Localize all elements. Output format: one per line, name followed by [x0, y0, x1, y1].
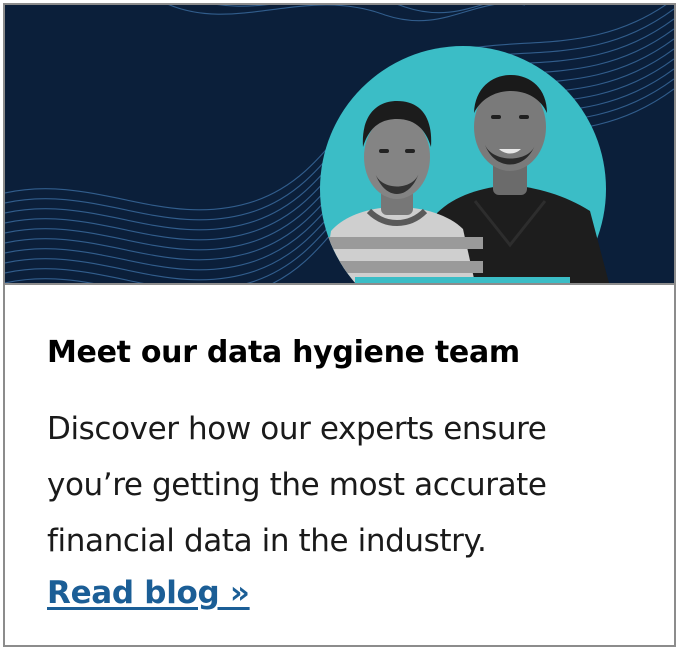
hero-banner — [5, 5, 674, 283]
read-blog-link[interactable]: Read blog » — [47, 573, 250, 613]
card-title: Meet our data hygiene team — [47, 335, 520, 370]
blog-promo-card: Meet our data hygiene team Discover how … — [3, 3, 676, 647]
banner-illustration — [5, 5, 674, 283]
card-description: Discover how our experts ensure you’re g… — [47, 411, 547, 559]
banner-divider — [5, 283, 674, 285]
